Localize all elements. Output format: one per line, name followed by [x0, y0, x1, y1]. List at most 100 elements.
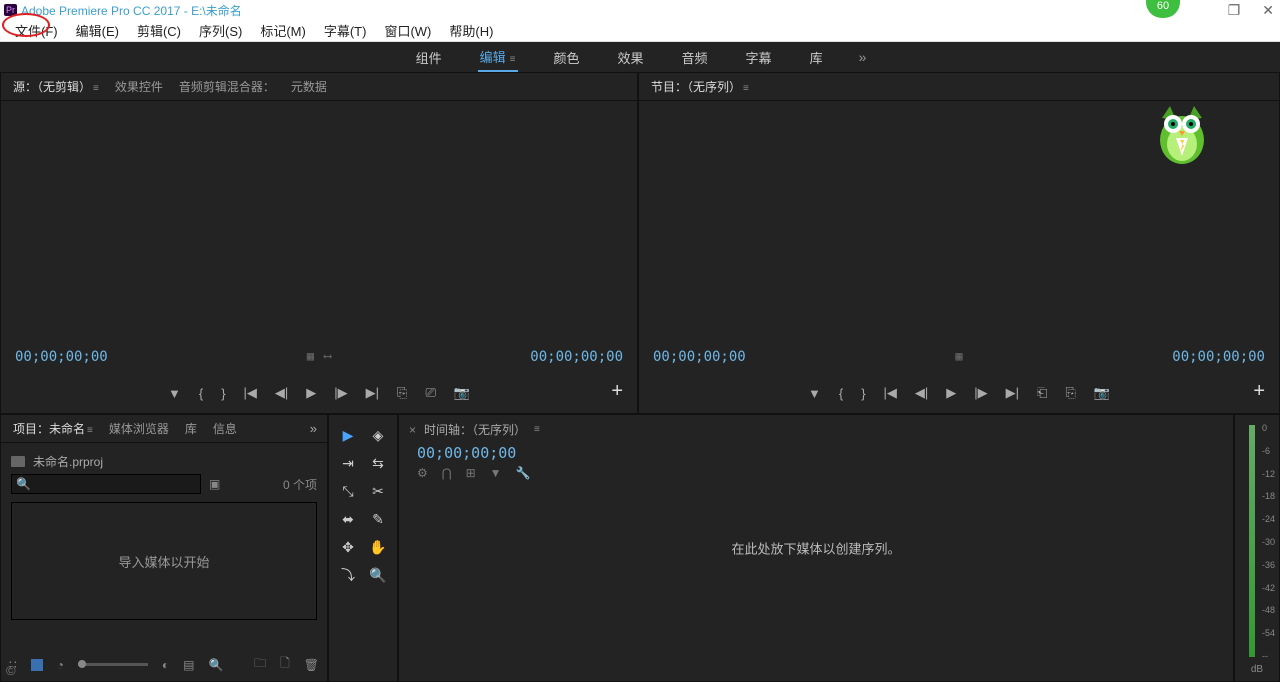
play-icon[interactable]: ▶: [306, 385, 316, 401]
insert-icon[interactable]: ⎘: [397, 385, 407, 401]
program-tc-in[interactable]: 00;00;00;00: [653, 349, 746, 365]
mark-in-icon[interactable]: {: [839, 386, 843, 401]
rate-tool-icon[interactable]: ⤡: [338, 481, 358, 501]
track-select-tool-icon[interactable]: ◈: [368, 425, 388, 445]
go-out-icon[interactable]: ▶|: [1006, 385, 1019, 401]
source-tc-out[interactable]: 00;00;00;00: [530, 349, 623, 365]
search-bin-icon[interactable]: ▣: [209, 477, 220, 491]
timeline-title[interactable]: 时间轴：（无序列）: [424, 421, 526, 438]
overwrite-icon[interactable]: ⎚: [425, 385, 435, 401]
type-tool-icon[interactable]: ⤵: [338, 565, 358, 585]
fit-icon[interactable]: ▦: [955, 349, 962, 365]
source-monitor[interactable]: [1, 101, 637, 349]
settings-icon[interactable]: ⟷: [324, 349, 331, 365]
menu-clip[interactable]: 剪辑(C): [128, 19, 190, 42]
mark-out-icon[interactable]: }: [221, 386, 225, 401]
ws-libraries[interactable]: 库: [808, 44, 825, 71]
close-icon[interactable]: ✕: [1262, 2, 1274, 19]
ws-captions[interactable]: 字幕: [744, 44, 774, 71]
ws-menu-icon[interactable]: ≡: [510, 54, 516, 65]
menu-file[interactable]: 文件(F): [6, 19, 67, 42]
ws-assembly[interactable]: 组件: [414, 44, 444, 71]
step-back-icon[interactable]: ◀|: [275, 385, 288, 401]
ws-color[interactable]: 颜色: [552, 44, 582, 71]
project-dropzone[interactable]: 导入媒体以开始: [11, 502, 317, 620]
slip-tool-icon[interactable]: ⬌: [338, 509, 358, 529]
menu-title[interactable]: 字幕(T): [315, 19, 376, 42]
export-frame-icon[interactable]: 📷: [454, 385, 470, 401]
audio-meter[interactable]: 0 -6 -12 -18 -24 -30 -36 -42 -48 -54 -- …: [1234, 414, 1280, 682]
mark-in-icon[interactable]: {: [199, 386, 203, 401]
program-tc-out[interactable]: 00;00;00;00: [1172, 349, 1265, 365]
close-tab-icon[interactable]: ×: [409, 423, 416, 437]
zoom-slider[interactable]: [78, 663, 148, 666]
overflow-icon[interactable]: »: [310, 421, 317, 436]
ws-audio[interactable]: 音频: [680, 44, 710, 71]
ws-overflow-icon[interactable]: »: [859, 49, 867, 65]
lift-icon[interactable]: ⎗: [1037, 385, 1047, 401]
new-bin-icon[interactable]: 🗀: [254, 654, 266, 675]
timeline-timecode[interactable]: 00;00;00;00: [399, 444, 1233, 462]
menu-marker[interactable]: 标记(M): [251, 19, 315, 42]
ripple-tool-icon[interactable]: ⇥: [338, 453, 358, 473]
export-frame-icon[interactable]: 📷: [1094, 385, 1110, 401]
linked-selection-icon[interactable]: ⊞: [466, 466, 476, 480]
fit-icon[interactable]: ▦: [307, 349, 314, 365]
search-input[interactable]: 🔍: [11, 474, 201, 494]
tab-project[interactable]: 项目：未命名≡: [11, 416, 95, 441]
tab-source[interactable]: 源：（无剪辑）≡: [11, 74, 101, 99]
tab-libraries[interactable]: 库: [183, 416, 199, 441]
button-editor-icon[interactable]: +: [1253, 380, 1265, 403]
tab-media-browser[interactable]: 媒体浏览器: [107, 416, 171, 441]
timeline-dropzone[interactable]: 在此处放下媒体以创建序列。: [731, 539, 900, 558]
ws-effects[interactable]: 效果: [616, 44, 646, 71]
zoom-tool-icon[interactable]: 🔍: [368, 565, 388, 585]
settings-icon[interactable]: 🔧: [516, 466, 531, 480]
button-editor-icon[interactable]: +: [611, 380, 623, 403]
find-icon[interactable]: 🔍: [208, 658, 223, 672]
tab-metadata[interactable]: 元数据: [289, 74, 329, 99]
menu-window[interactable]: 窗口(W): [375, 19, 440, 42]
ws-editing[interactable]: 编辑≡: [478, 43, 518, 72]
tab-audio-mixer[interactable]: 音频剪辑混合器：: [177, 74, 277, 99]
tab-effect-controls[interactable]: 效果控件: [113, 74, 165, 99]
icon-view-icon[interactable]: [31, 659, 43, 671]
panel-menu-icon[interactable]: ≡: [743, 83, 749, 94]
freeform-view-icon[interactable]: ◔: [57, 658, 64, 672]
mark-out-icon[interactable]: }: [861, 386, 865, 401]
auto-sequence-icon[interactable]: ▤: [183, 658, 194, 672]
menu-sequence[interactable]: 序列(S): [190, 19, 251, 42]
project-filename: 未命名.prproj: [33, 453, 103, 470]
go-out-icon[interactable]: ▶|: [366, 385, 379, 401]
sort-icon[interactable]: ◐: [162, 658, 169, 672]
hand-tool-icon[interactable]: ✋: [368, 537, 388, 557]
selection-tool-icon[interactable]: ▶: [338, 425, 358, 445]
go-in-icon[interactable]: |◀: [244, 385, 257, 401]
play-icon[interactable]: ▶: [946, 385, 956, 401]
delete-icon[interactable]: 🗑: [304, 658, 319, 672]
pen-tool-icon[interactable]: ✎: [368, 509, 388, 529]
marker-icon[interactable]: ▼: [808, 386, 821, 401]
tab-program[interactable]: 节目：（无序列）≡: [649, 74, 751, 99]
panel-menu-icon[interactable]: ≡: [93, 83, 99, 94]
nest-icon[interactable]: ⚙: [417, 466, 428, 480]
panel-menu-icon[interactable]: ≡: [534, 424, 540, 435]
panel-menu-icon[interactable]: ≡: [87, 425, 93, 436]
source-tc-in[interactable]: 00;00;00;00: [15, 349, 108, 365]
extract-icon[interactable]: ⎘: [1065, 385, 1075, 401]
restore-icon[interactable]: ❐: [1228, 2, 1241, 19]
tab-info[interactable]: 信息: [211, 416, 239, 441]
razor-tool-icon[interactable]: ✂: [368, 481, 388, 501]
menu-help[interactable]: 帮助(H): [440, 19, 502, 42]
step-back-icon[interactable]: ◀|: [915, 385, 928, 401]
snap-icon[interactable]: ⋂: [442, 466, 452, 480]
marker-icon[interactable]: ▼: [168, 386, 181, 401]
step-fwd-icon[interactable]: |▶: [334, 385, 347, 401]
step-fwd-icon[interactable]: |▶: [974, 385, 987, 401]
rect-tool-icon[interactable]: ✥: [338, 537, 358, 557]
marker-icon[interactable]: ▼: [490, 466, 502, 480]
rolling-tool-icon[interactable]: ⇆: [368, 453, 388, 473]
go-in-icon[interactable]: |◀: [884, 385, 897, 401]
menu-edit[interactable]: 编辑(E): [67, 19, 128, 42]
new-item-icon[interactable]: 🗋: [280, 654, 290, 675]
